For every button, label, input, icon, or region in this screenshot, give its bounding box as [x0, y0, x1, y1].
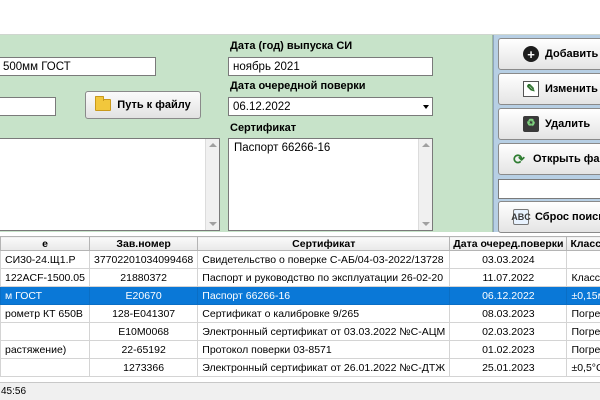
cell-serial: E20670 [88, 286, 199, 305]
cell-date: 02.03.2023 [449, 322, 568, 341]
cell-name [0, 322, 90, 341]
table-row[interactable]: рометр КТ 650В 128-E041307 Сертификат о … [0, 304, 600, 323]
table-header-row: е Зав.номер Сертификат Дата очеред.повер… [0, 236, 600, 251]
table-row[interactable]: растяжение) 22-65192 Протокол поверки 03… [0, 340, 600, 359]
cell-class: Погрешн [566, 340, 600, 359]
cell-class: Погрешн [566, 322, 600, 341]
cell-class: ±0,15мм [566, 286, 600, 305]
reset-search-label: Сброс поиска [535, 211, 600, 223]
cell-serial: 1273366 [88, 358, 199, 377]
cell-certificate: Протокол поверки 03-8571 [197, 340, 451, 359]
open-file-label: Открыть файл [533, 153, 600, 165]
table-row-selected[interactable]: м ГОСТ E20670 Паспорт 66266-16 06.12.202… [0, 286, 600, 305]
delete-button[interactable]: ♻ Удалить [498, 108, 600, 140]
status-time: 45:56 [1, 386, 27, 397]
year-field-value: ноябрь 2021 [233, 61, 300, 73]
cell-certificate: Свидетельство о поверке С-АБ/04-03-2022/… [197, 250, 451, 269]
cell-certificate: Паспорт 66266-16 [197, 286, 451, 305]
table-row[interactable]: 122ACF-1500.05 21880372 Паспорт и руково… [0, 268, 600, 287]
cell-class [566, 250, 600, 269]
cell-date: 25.01.2023 [449, 358, 568, 377]
small-field[interactable] [0, 97, 56, 116]
edit-label: Изменить [545, 83, 598, 95]
cell-class: Класс то [566, 268, 600, 287]
next-check-label: Дата очередной поверки [230, 80, 366, 92]
cell-certificate: Электронный сертификат от 26.01.2022 №С-… [197, 358, 451, 377]
table-row[interactable]: СИ30-24.Щ1.Р 37702201034099468 Свидетель… [0, 250, 600, 269]
notes-scrollbar[interactable] [205, 139, 219, 230]
year-field[interactable]: ноябрь 2021 [228, 57, 433, 76]
year-label: Дата (год) выпуска СИ [230, 40, 353, 52]
next-check-date-value: 06.12.2022 [233, 101, 291, 113]
cell-date: 08.03.2023 [449, 304, 568, 323]
cell-name: рометр КТ 650В [0, 304, 90, 323]
cell-certificate: Сертификат о калибровке 9/265 [197, 304, 451, 323]
next-check-date-select[interactable]: 06.12.2022 [228, 97, 433, 116]
cell-date: 11.07.2022 [449, 268, 568, 287]
certificate-scrollbar[interactable] [418, 139, 432, 230]
certificate-textarea[interactable]: Паспорт 66266-16 [228, 138, 433, 231]
column-header-name[interactable]: е [0, 236, 90, 251]
cell-name: СИ30-24.Щ1.Р [0, 250, 90, 269]
cell-serial: 21880372 [88, 268, 199, 287]
status-bar: 45:56 [0, 382, 600, 400]
instruments-table[interactable]: е Зав.номер Сертификат Дата очеред.повер… [0, 236, 600, 380]
open-file-button[interactable]: ⟳ Открыть файл [498, 143, 600, 175]
table-row[interactable]: E10M0068 Электронный сертификат от 03.03… [0, 322, 600, 341]
delete-label: Удалить [545, 118, 591, 130]
cell-serial: E10M0068 [88, 322, 199, 341]
folder-icon [95, 96, 112, 111]
search-input[interactable] [498, 179, 600, 199]
name-field[interactable]: 500мм ГОСТ [0, 57, 156, 76]
cell-date: 01.02.2023 [449, 340, 568, 359]
notes-textarea[interactable] [0, 138, 220, 231]
plus-icon: + [523, 46, 539, 62]
cell-name: растяжение) [0, 340, 90, 359]
reset-search-button[interactable]: ABC Сброс поиска [498, 201, 600, 233]
name-field-value: 500мм ГОСТ [3, 61, 71, 73]
column-header-certificate[interactable]: Сертификат [197, 236, 451, 251]
certificate-text: Паспорт 66266-16 [234, 142, 331, 154]
edit-icon: ✎ [523, 81, 539, 97]
column-header-serial[interactable]: Зав.номер [88, 236, 199, 251]
cell-name: 122ACF-1500.05 [0, 268, 90, 287]
table-row[interactable]: 1273366 Электронный сертификат от 26.01.… [0, 358, 600, 377]
abc-icon: ABC [511, 209, 531, 225]
cell-name [0, 358, 90, 377]
refresh-search-icon: ⟳ [513, 151, 525, 167]
cell-date: 06.12.2022 [449, 286, 568, 305]
cell-date: 03.03.2024 [449, 250, 568, 269]
chevron-down-icon[interactable] [423, 105, 429, 109]
cell-name: м ГОСТ [0, 286, 90, 305]
cell-class: ±0,5°С, [566, 358, 600, 377]
add-button[interactable]: + Добавить [498, 38, 600, 70]
add-label: Добавить [545, 48, 599, 60]
column-header-next-check[interactable]: Дата очеред.поверки [449, 236, 568, 251]
cell-serial: 37702201034099468 [88, 250, 199, 269]
top-strip [0, 0, 600, 35]
edit-button[interactable]: ✎ Изменить [498, 73, 600, 105]
path-to-file-label: Путь к файлу [117, 99, 191, 111]
trash-icon: ♻ [523, 116, 539, 132]
certificate-label: Сертификат [230, 122, 297, 134]
cell-certificate: Электронный сертификат от 03.03.2022 №С-… [197, 322, 451, 341]
cell-serial: 22-65192 [88, 340, 199, 359]
cell-serial: 128-E041307 [88, 304, 199, 323]
path-to-file-button[interactable]: Путь к файлу [85, 91, 201, 119]
cell-class: Погрешн [566, 304, 600, 323]
column-header-class[interactable]: Класс, д [566, 236, 600, 251]
cell-certificate: Паспорт и руководство по эксплуатации 26… [197, 268, 451, 287]
